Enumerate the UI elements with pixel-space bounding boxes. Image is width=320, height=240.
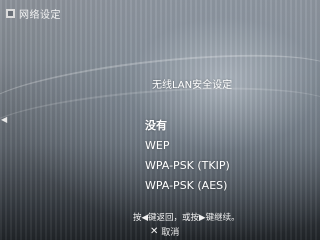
back-arrow-icon[interactable]: ◀	[1, 115, 7, 124]
network-settings-icon	[6, 9, 15, 18]
page-header: 网络设定	[6, 6, 61, 21]
cross-button-icon: ✕	[150, 225, 159, 237]
option-wep[interactable]: WEP	[145, 136, 230, 156]
psp-screen: 网络设定 ◀ 无线LAN安全设定 没有 WEP WPA-PSK (TKIP) W…	[0, 0, 320, 240]
dialog-title: 无线LAN安全设定	[152, 80, 233, 91]
page-title: 网络设定	[19, 10, 61, 21]
navigation-hint: 按◀键返回，或按▶键继续。	[133, 213, 240, 223]
option-wpa-psk-tkip[interactable]: WPA-PSK (TKIP)	[145, 156, 230, 176]
cancel-label: 取消	[161, 228, 180, 238]
option-none[interactable]: 没有	[145, 116, 230, 136]
security-options-list: 没有 WEP WPA-PSK (TKIP) WPA-PSK (AES)	[145, 116, 230, 196]
cancel-button[interactable]: ✕ 取消	[150, 225, 179, 238]
option-wpa-psk-aes[interactable]: WPA-PSK (AES)	[145, 176, 230, 196]
